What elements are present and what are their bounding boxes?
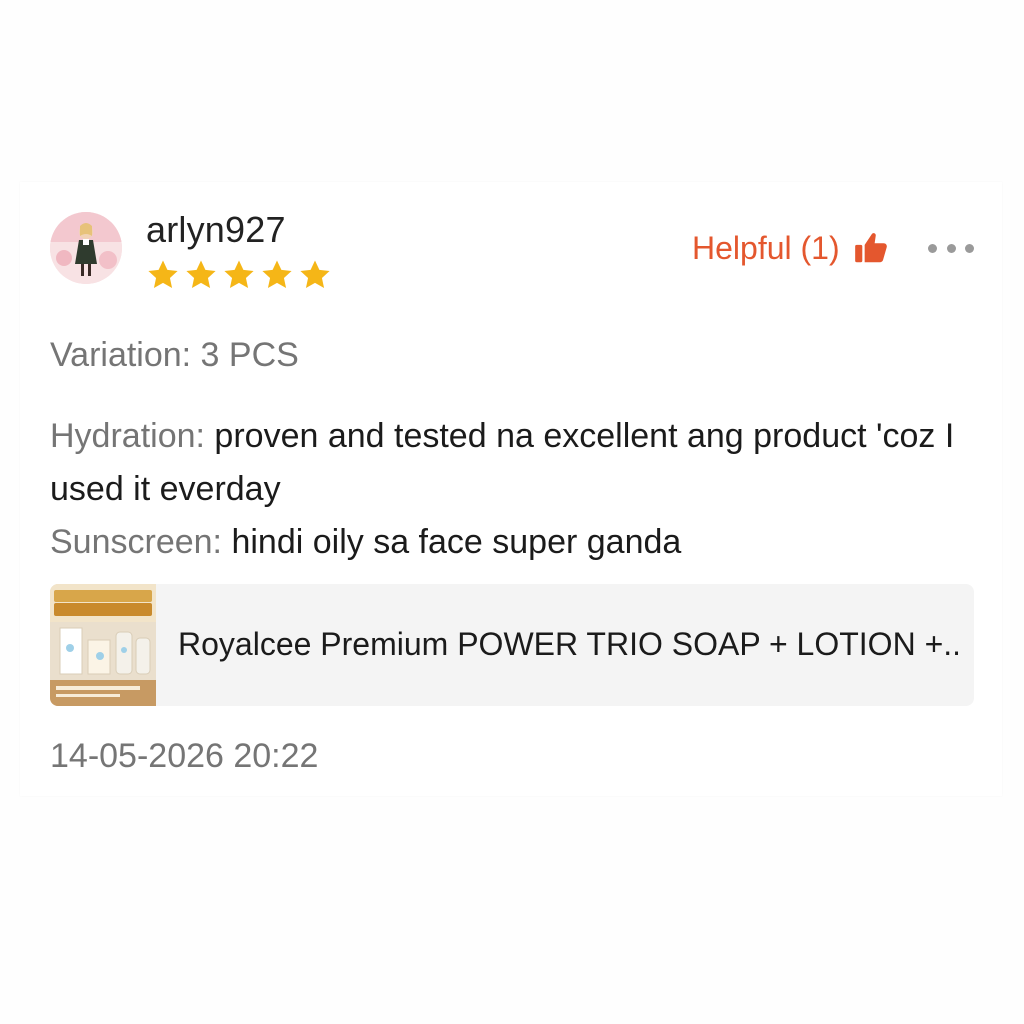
star-icon [262,260,292,289]
more-options-button[interactable] [928,230,974,266]
helpful-label: Helpful (1) [692,230,840,266]
avatar[interactable] [50,212,122,284]
star-icon [224,260,254,289]
more-dots-icon [928,243,937,253]
review-card: arlyn927 Helpful (1) Variation: 3 PCS Hy… [20,182,1002,796]
page: arlyn927 Helpful (1) Variation: 3 PCS Hy… [0,0,1024,1024]
star-rating [146,258,332,292]
thumbs-up-icon [854,233,887,263]
attribute-key: Sunscreen: [50,523,222,561]
attribute-value: hindi oily sa face super ganda [231,523,682,561]
review-attribute-sunscreen: Sunscreen: hindi oily sa face super gand… [50,516,980,569]
product-link[interactable]: Royalcee Premium POWER TRIO SOAP + LOTIO… [50,584,974,706]
username: arlyn927 [146,209,286,250]
helpful-button[interactable]: Helpful (1) [692,228,890,268]
product-thumbnail [50,584,156,706]
more-dot [965,243,974,253]
star-icon [186,260,216,289]
attribute-key: Hydration: [50,417,205,455]
variation-label: Variation: 3 PCS [50,336,299,374]
review-attribute-hydration: Hydration: proven and tested na excellen… [50,410,980,516]
product-title: Royalcee Premium POWER TRIO SOAP + LOTIO… [178,626,958,662]
star-icon [300,260,330,289]
review-body: Hydration: proven and tested na excellen… [50,410,980,569]
review-timestamp: 14-05-2026 20:22 [50,737,319,775]
star-icon [148,260,178,289]
more-dot [946,243,956,253]
